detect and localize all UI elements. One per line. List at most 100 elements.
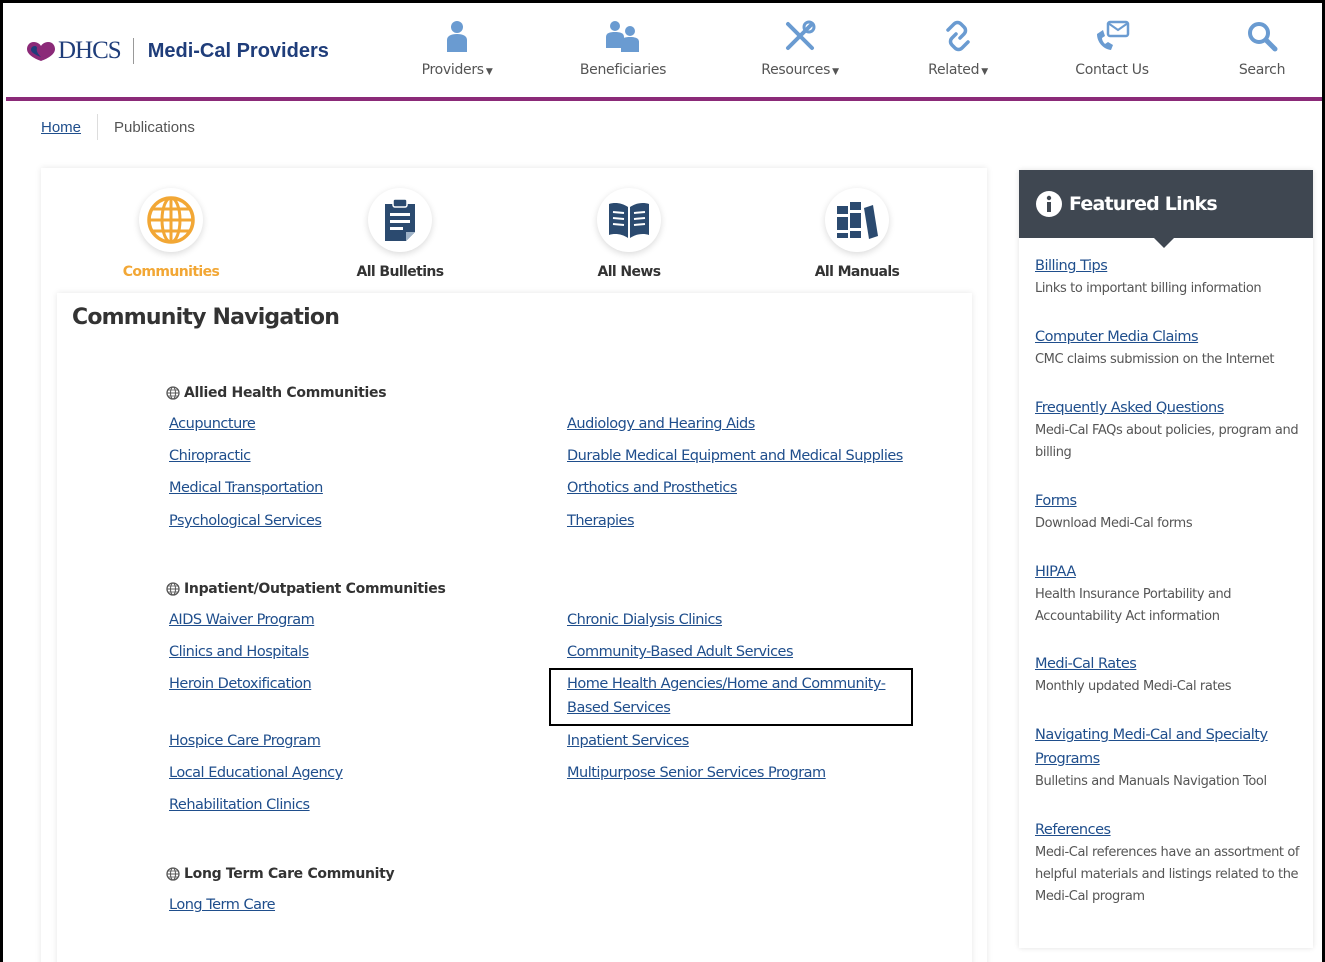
nav-related-label: Related bbox=[928, 62, 980, 78]
community-link[interactable]: Community-Based Adult Services bbox=[567, 640, 794, 664]
publications-card: Communities All Bulletins All News All M… bbox=[41, 168, 987, 962]
caret-down-icon: ▼ bbox=[832, 67, 839, 77]
community-link[interactable]: Clinics and Hospitals bbox=[169, 640, 309, 664]
featured-links-sidebar: Featured Links Billing Tips Links to imp… bbox=[1019, 170, 1313, 948]
tile-communities[interactable]: Communities bbox=[96, 188, 246, 280]
featured-item: Forms Download Medi-Cal forms bbox=[1035, 489, 1305, 535]
globe-icon bbox=[166, 867, 180, 881]
community-link[interactable]: Multipurpose Senior Services Program bbox=[567, 761, 826, 785]
featured-links-title: Featured Links bbox=[1069, 193, 1218, 215]
featured-link[interactable]: HIPAA bbox=[1035, 560, 1305, 584]
section-heading: Allied Health Communities bbox=[166, 385, 387, 401]
globe-icon bbox=[147, 196, 195, 244]
community-link[interactable]: Audiology and Hearing Aids bbox=[567, 412, 755, 436]
caret-down-icon: ▼ bbox=[981, 67, 988, 77]
featured-item: Navigating Medi-Cal and Specialty Progra… bbox=[1035, 723, 1305, 793]
main-nav: Providers ▼ Beneficiaries Resources ▼ Rela… bbox=[6, 20, 1322, 90]
nav-providers-label: Providers bbox=[421, 62, 485, 78]
tile-all-bulletins[interactable]: All Bulletins bbox=[325, 188, 475, 280]
people-icon bbox=[606, 21, 639, 52]
community-link[interactable]: Hospice Care Program bbox=[169, 729, 321, 753]
community-link[interactable]: Inpatient Services bbox=[567, 729, 689, 753]
site-header: DHCS Medi-Cal Providers Providers ▼ Benef… bbox=[6, 6, 1322, 101]
tile-all-bulletins-label: All Bulletins bbox=[356, 264, 444, 280]
community-link[interactable]: AIDS Waiver Program bbox=[169, 608, 315, 632]
section-heading-label: Inpatient/Outpatient Communities bbox=[184, 581, 446, 597]
search-icon bbox=[1248, 22, 1278, 52]
section-heading-label: Long Term Care Community bbox=[184, 866, 395, 882]
featured-link[interactable]: Forms bbox=[1035, 489, 1305, 513]
nav-resources[interactable]: Resources ▼ bbox=[740, 20, 860, 78]
featured-item: Frequently Asked Questions Medi-Cal FAQs… bbox=[1035, 396, 1305, 464]
community-navigation-title: Community Navigation bbox=[72, 305, 340, 330]
community-link[interactable]: Long Term Care bbox=[169, 893, 276, 917]
nav-beneficiaries[interactable]: Beneficiaries bbox=[563, 20, 683, 78]
community-link[interactable]: Heroin Detoxification bbox=[169, 672, 312, 696]
featured-desc: Medi-Cal references have an assortment o… bbox=[1035, 845, 1300, 904]
nav-providers[interactable]: Providers ▼ bbox=[397, 20, 517, 78]
tile-communities-label: Communities bbox=[122, 264, 220, 280]
featured-desc: Bulletins and Manuals Navigation Tool bbox=[1035, 774, 1267, 789]
caret-down-icon: ▼ bbox=[485, 67, 493, 77]
nav-contact-us-label: Contact Us bbox=[1075, 62, 1149, 78]
tile-all-manuals[interactable]: All Manuals bbox=[782, 188, 932, 280]
info-icon bbox=[1036, 191, 1062, 217]
section-heading: Inpatient/Outpatient Communities bbox=[166, 581, 446, 597]
breadcrumb-divider bbox=[97, 114, 99, 140]
link-icon bbox=[946, 20, 970, 52]
community-link[interactable]: Medical Transportation bbox=[169, 476, 323, 500]
manuals-icon bbox=[837, 202, 878, 239]
featured-item: Billing Tips Links to important billing … bbox=[1035, 254, 1305, 300]
page-frame: DHCS Medi-Cal Providers Providers ▼ Benef… bbox=[0, 0, 1325, 962]
community-link[interactable]: Local Educational Agency bbox=[169, 761, 343, 785]
nav-search-label: Search bbox=[1238, 62, 1286, 78]
tools-icon bbox=[786, 20, 816, 50]
featured-desc: Download Medi-Cal forms bbox=[1035, 516, 1193, 531]
contact-icon bbox=[1097, 20, 1130, 50]
tile-all-manuals-label: All Manuals bbox=[814, 264, 900, 280]
featured-item: HIPAA Health Insurance Portability and A… bbox=[1035, 560, 1305, 628]
featured-desc: Health Insurance Portability and Account… bbox=[1035, 587, 1232, 624]
person-icon bbox=[447, 21, 467, 52]
featured-item: References Medi-Cal references have an a… bbox=[1035, 818, 1305, 908]
globe-icon bbox=[166, 386, 180, 400]
breadcrumb-current: Publications bbox=[114, 118, 195, 136]
featured-link[interactable]: Frequently Asked Questions bbox=[1035, 396, 1305, 420]
community-link[interactable]: Therapies bbox=[567, 509, 635, 533]
featured-desc: CMC claims submission on the Internet bbox=[1035, 352, 1275, 367]
community-link[interactable]: Chronic Dialysis Clinics bbox=[567, 608, 723, 632]
nav-related[interactable]: Related ▼ bbox=[898, 20, 1018, 78]
featured-link[interactable]: Computer Media Claims bbox=[1035, 325, 1305, 349]
tile-all-news-label: All News bbox=[597, 264, 662, 280]
featured-link[interactable]: Billing Tips bbox=[1035, 254, 1305, 278]
nav-contact-us[interactable]: Contact Us bbox=[1052, 20, 1172, 78]
featured-link[interactable]: Navigating Medi-Cal and Specialty Progra… bbox=[1035, 723, 1305, 771]
featured-link[interactable]: References bbox=[1035, 818, 1305, 842]
featured-desc: Monthly updated Medi-Cal rates bbox=[1035, 679, 1232, 694]
news-icon bbox=[609, 203, 649, 238]
nav-beneficiaries-label: Beneficiaries bbox=[579, 62, 667, 78]
bulletin-icon bbox=[385, 198, 415, 241]
section-heading: Long Term Care Community bbox=[166, 866, 395, 882]
featured-link[interactable]: Medi-Cal Rates bbox=[1035, 652, 1305, 676]
nav-resources-label: Resources bbox=[761, 62, 831, 78]
community-link[interactable]: Psychological Services bbox=[169, 509, 322, 533]
highlight-box bbox=[549, 668, 913, 726]
community-link[interactable]: Durable Medical Equipment and Medical Su… bbox=[567, 444, 903, 468]
featured-links-header: Featured Links bbox=[1019, 170, 1313, 248]
featured-item: Computer Media Claims CMC claims submiss… bbox=[1035, 325, 1305, 371]
community-link[interactable]: Orthotics and Prosthetics bbox=[567, 476, 737, 500]
tile-all-news[interactable]: All News bbox=[554, 188, 704, 280]
breadcrumb-home-link[interactable]: Home bbox=[41, 119, 81, 136]
featured-item: Medi-Cal Rates Monthly updated Medi-Cal … bbox=[1035, 652, 1305, 698]
community-link[interactable]: Chiropractic bbox=[169, 444, 251, 468]
globe-icon bbox=[166, 582, 180, 596]
community-navigation-panel: Community Navigation Allied Health Commu… bbox=[57, 293, 972, 962]
breadcrumb: Home Publications bbox=[41, 113, 195, 141]
featured-desc: Links to important billing information bbox=[1035, 281, 1262, 296]
community-link[interactable]: Rehabilitation Clinics bbox=[169, 793, 310, 817]
community-link[interactable]: Acupuncture bbox=[169, 412, 256, 436]
nav-search[interactable]: Search bbox=[1202, 20, 1322, 78]
featured-desc: Medi-Cal FAQs about policies, program an… bbox=[1035, 423, 1299, 460]
section-heading-label: Allied Health Communities bbox=[184, 385, 387, 401]
